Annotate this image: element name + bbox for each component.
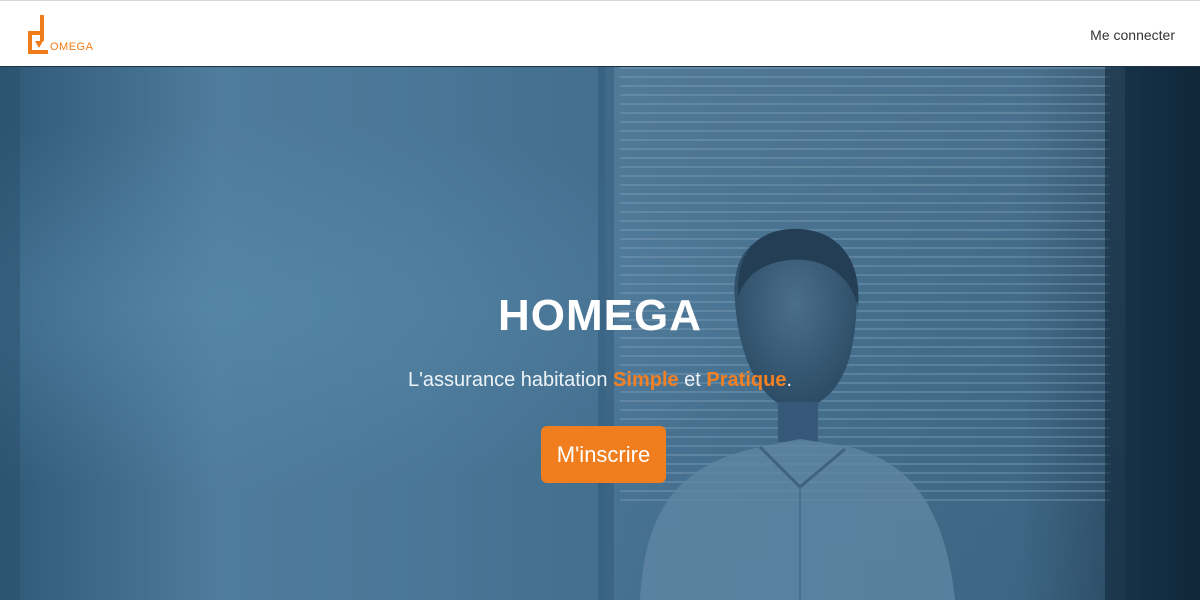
hero-tagline: L'assurance habitation Simple et Pratiqu…: [0, 369, 1200, 392]
tagline-highlight-simple: Simple: [613, 369, 679, 391]
hero-section: HOMEGA L'assurance habitation Simple et …: [0, 67, 1200, 600]
hero-title: HOMEGA: [498, 291, 702, 340]
tagline-prefix: L'assurance habitation: [407, 369, 614, 391]
signup-button[interactable]: M'inscrire: [541, 426, 666, 483]
homega-logo[interactable]: OMEGA: [26, 15, 108, 57]
tagline-highlight-pratique: Pratique: [706, 369, 787, 391]
tagline-suffix: .: [786, 369, 793, 391]
tagline-middle: et: [678, 369, 707, 391]
hero-content: HOMEGA L'assurance habitation Simple et …: [0, 67, 1200, 600]
login-link[interactable]: Me connecter: [1090, 27, 1175, 43]
top-navbar: OMEGA Me connecter: [0, 0, 1200, 67]
logo-text: OMEGA: [50, 41, 94, 53]
